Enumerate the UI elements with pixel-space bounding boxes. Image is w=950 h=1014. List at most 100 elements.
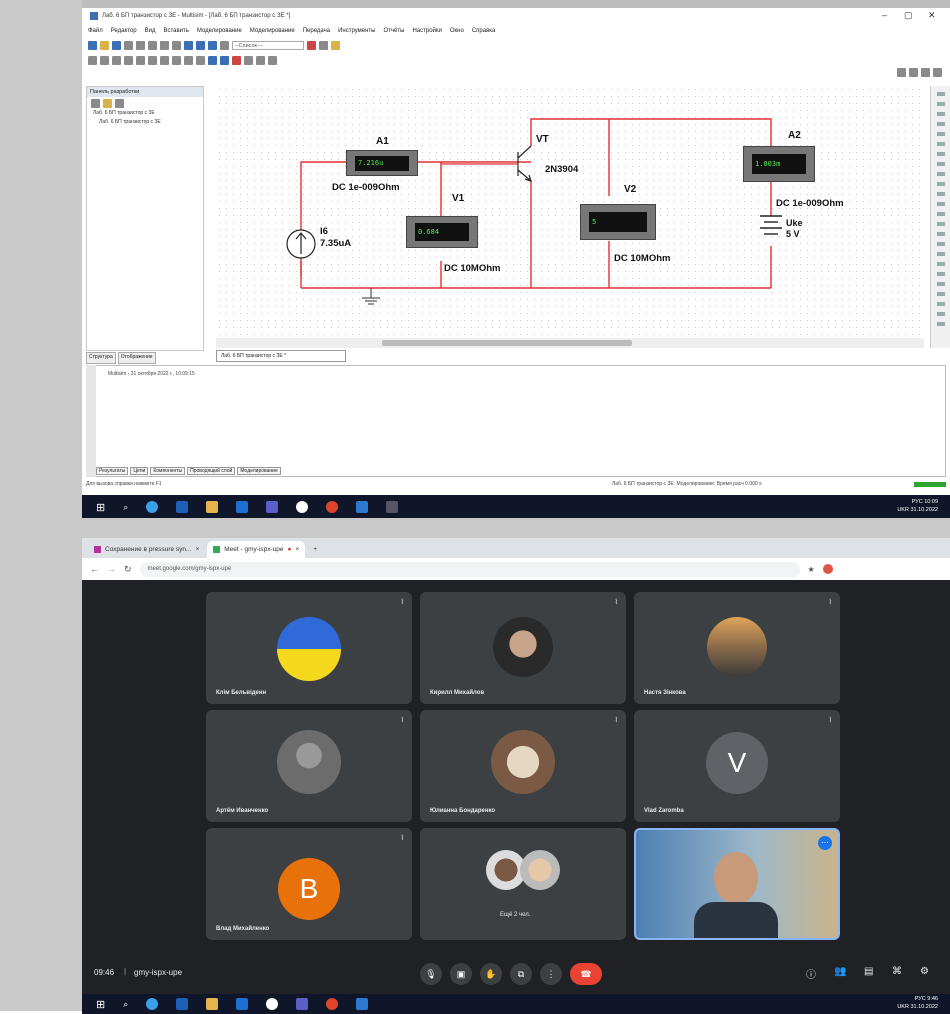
zoom-icon[interactable] — [319, 41, 328, 50]
explorer-icon[interactable] — [206, 998, 219, 1010]
raise-hand-button[interactable]: ✋ — [480, 963, 502, 985]
instrument-icon[interactable] — [936, 242, 945, 246]
save-icon[interactable] — [112, 41, 121, 50]
graph-icon[interactable] — [208, 41, 217, 50]
multisim-icon[interactable] — [386, 501, 399, 513]
search-icon[interactable]: ⌕ — [123, 999, 128, 1010]
profile-icon[interactable] — [822, 564, 833, 574]
document-tab[interactable]: Лаб. 6 БП транзистор с ЗЕ * — [216, 350, 346, 362]
windows-start-icon[interactable]: ⊞ — [96, 501, 105, 514]
back-icon[interactable]: ← — [90, 564, 99, 574]
voltmeter-v2[interactable]: 5 — [580, 204, 656, 240]
undo-icon[interactable] — [172, 41, 181, 50]
participant-tile[interactable]: ⌇ V Vlad Zaromba — [634, 710, 840, 822]
more-options-button[interactable]: ⋮ — [540, 963, 562, 985]
menu-item[interactable]: Окно — [450, 28, 464, 34]
app-icon[interactable] — [356, 501, 369, 513]
component-icon[interactable] — [196, 41, 205, 50]
instrument-icon[interactable] — [936, 312, 945, 316]
instrument-icon[interactable] — [936, 192, 945, 196]
paste-icon[interactable] — [160, 41, 169, 50]
present-button[interactable]: ⧉ — [510, 963, 532, 985]
instrument-icon[interactable] — [936, 92, 945, 96]
tool-icon[interactable] — [148, 56, 157, 65]
zoom-fit-icon[interactable] — [933, 68, 942, 77]
app-icon[interactable] — [356, 998, 369, 1010]
open-icon[interactable] — [100, 41, 109, 50]
tool-icon[interactable] — [112, 56, 121, 65]
db-icon[interactable] — [220, 41, 229, 50]
tray-time[interactable]: 9:46 — [927, 996, 938, 1002]
mode-dropdown[interactable]: --Список--- — [232, 41, 304, 50]
host-controls-icon[interactable]: ⚙ — [920, 966, 929, 977]
tray-time[interactable]: 10:09 — [924, 499, 938, 505]
menu-item[interactable]: Инструменты — [338, 28, 375, 34]
app-icon[interactable] — [296, 998, 309, 1010]
tool-icon[interactable] — [160, 56, 169, 65]
url-input[interactable]: meet.google.com/gmy-ispx-upe — [139, 561, 800, 577]
analysis-icon[interactable] — [307, 41, 316, 50]
explorer-icon[interactable] — [206, 501, 219, 513]
tab-structure[interactable]: Структура — [86, 352, 116, 364]
settings-icon[interactable] — [296, 501, 309, 513]
participant-tile[interactable]: ⌇ Настя Зінкова — [634, 592, 840, 704]
app-icon[interactable] — [266, 501, 279, 513]
tab-nets[interactable]: Цепи — [130, 467, 149, 475]
instrument-icon[interactable] — [936, 152, 945, 156]
instrument-icon[interactable] — [936, 162, 945, 166]
tree-item[interactable]: Лаб. 6 БП транзистор с ЗЕ — [87, 109, 203, 118]
new-file-icon[interactable] — [88, 41, 97, 50]
instrument-icon[interactable] — [936, 172, 945, 176]
tray-date[interactable]: 31.10.2022 — [910, 1004, 938, 1010]
participant-tile[interactable]: ⌇ Клім Бельвіденн — [206, 592, 412, 704]
close-icon[interactable]: ✕ — [928, 10, 936, 21]
store-icon[interactable] — [236, 998, 249, 1010]
participant-tile[interactable]: ⌇ Артём Иванченко — [206, 710, 412, 822]
instrument-icon[interactable] — [936, 292, 945, 296]
instrument-icon[interactable] — [936, 222, 945, 226]
zoom-area-icon[interactable] — [921, 68, 930, 77]
zoom-in-icon[interactable] — [897, 68, 906, 77]
menu-item[interactable]: Отчёты — [384, 28, 405, 34]
instrument-icon[interactable] — [936, 232, 945, 236]
activities-icon[interactable]: ⌘ — [892, 966, 902, 977]
toolbox-icon[interactable] — [115, 99, 124, 108]
schematic-canvas[interactable]: 7.216u A1 DC 1e-009Ohm 0.684 V1 DC 10MOh… — [216, 86, 924, 338]
menu-item[interactable]: Вид — [145, 28, 156, 34]
tool-icon[interactable] — [196, 56, 205, 65]
menu-item[interactable]: Моделирование — [250, 28, 295, 34]
tray-lang[interactable]: РУС — [915, 996, 926, 1002]
tool-icon[interactable] — [88, 56, 97, 65]
info-icon[interactable]: ⓘ — [806, 966, 816, 981]
stop-icon[interactable] — [232, 56, 241, 65]
menu-item[interactable]: Моделирование — [197, 28, 242, 34]
probe-icon[interactable] — [244, 56, 253, 65]
people-icon[interactable]: 👥 — [834, 966, 846, 977]
instrument-icon[interactable] — [936, 142, 945, 146]
browser-tab[interactable]: Сохранение в pressure syn... × — [88, 541, 205, 558]
camera-button[interactable]: ▣ — [450, 963, 472, 985]
more-options-icon[interactable]: ⋯ — [818, 836, 832, 850]
reload-icon[interactable]: ↻ — [124, 564, 132, 575]
tray-lang2[interactable]: UKR — [897, 507, 909, 513]
voltmeter-v1[interactable]: 0.684 — [406, 216, 478, 248]
tool-icon[interactable] — [124, 56, 133, 65]
edge-icon[interactable] — [146, 501, 159, 513]
tray-lang2[interactable]: UKR — [897, 1004, 909, 1010]
store-icon[interactable] — [236, 501, 249, 513]
microphone-button[interactable]: 🎙 — [420, 963, 442, 985]
ammeter-a2[interactable]: 1.003m — [743, 146, 815, 182]
chrome-icon[interactable] — [326, 501, 339, 513]
search-icon[interactable]: ⌕ — [123, 502, 128, 513]
help-icon[interactable] — [331, 41, 340, 50]
run-icon[interactable] — [208, 56, 217, 65]
instrument-icon[interactable] — [936, 122, 945, 126]
menu-item[interactable]: Редактор — [111, 28, 137, 34]
minimize-icon[interactable]: – — [882, 10, 887, 20]
instrument-icon[interactable] — [936, 212, 945, 216]
copy-icon[interactable] — [148, 41, 157, 50]
pause-icon[interactable] — [220, 56, 229, 65]
scrollbar-thumb[interactable] — [382, 340, 632, 346]
tool-icon[interactable] — [172, 56, 181, 65]
forward-icon[interactable]: → — [107, 564, 116, 574]
